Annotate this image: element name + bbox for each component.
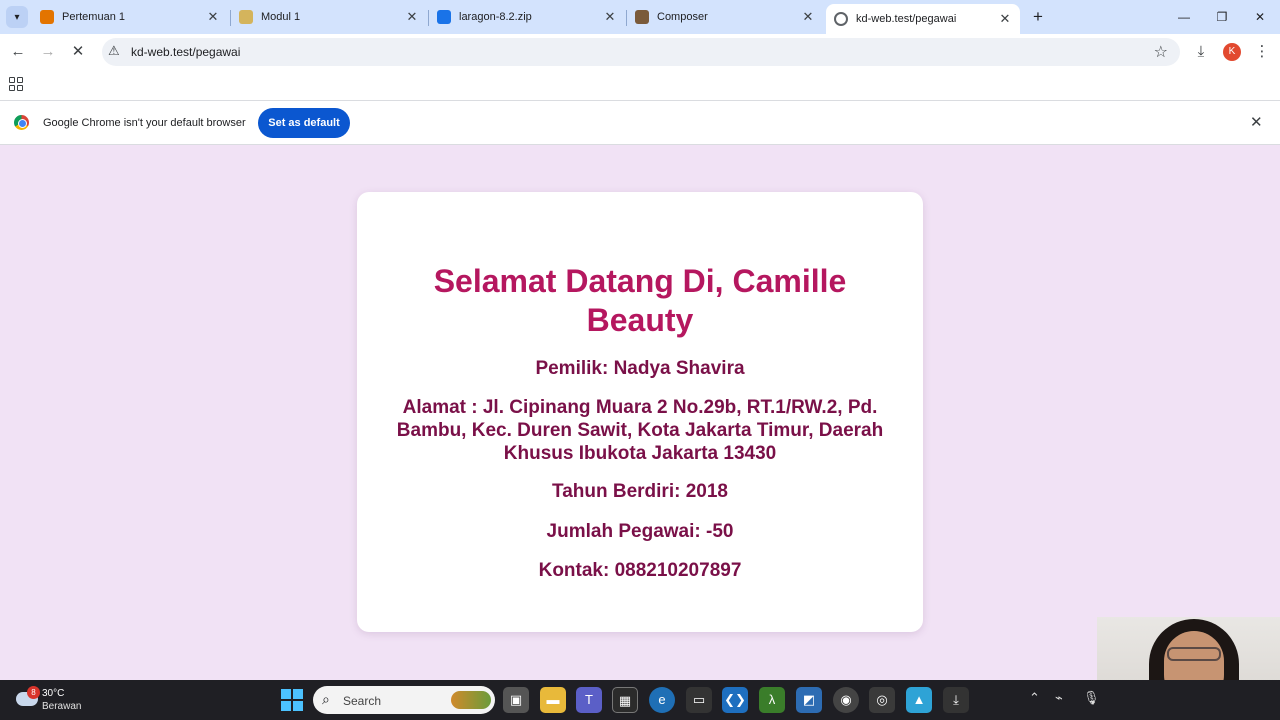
microphone-icon[interactable]: 🎙 [1083,690,1100,706]
download-manager-icon[interactable]: ⤓ [943,687,969,713]
image-app-icon[interactable]: ◩ [796,687,822,713]
arrow-left-icon: ← [10,43,26,60]
tab-modul-1[interactable]: Modul 1 ✕ [231,4,427,30]
close-infobar-icon[interactable]: ✕ [1250,113,1263,131]
bookmark-star-icon[interactable]: ☆ [1154,42,1168,62]
microsoft-store-icon[interactable]: ▦ [612,687,638,713]
year-founded-text: Tahun Berdiri: 2018 [552,481,728,502]
tab-laragon-zip[interactable]: laragon-8.2.zip ✕ [429,4,625,30]
close-tab-icon[interactable]: ✕ [206,9,220,25]
file-explorer-icon[interactable]: ▬ [540,687,566,713]
laragon-icon[interactable]: ▲ [906,687,932,713]
weather-notification-badge: 8 [27,686,40,699]
taskbar-search[interactable]: ⌕ Search [313,686,495,714]
page-title: Selamat Datang Di, Camille Beauty [433,263,847,338]
task-view-icon[interactable]: ▣ [503,687,529,713]
weather-temperature: 30°C [42,688,65,699]
document-favicon-icon [239,10,253,24]
vscode-icon[interactable]: ❮❯ [722,687,748,713]
stop-loading-button[interactable]: ✕ [68,42,88,62]
address-bar[interactable]: ⚠ kd-web.test/pegawai ☆ [102,38,1180,66]
new-tab-button[interactable]: + [1028,7,1048,27]
composer-favicon-icon [635,10,649,24]
close-tab-icon[interactable]: ✕ [405,9,419,25]
forward-button[interactable]: → [38,42,58,62]
teams-icon[interactable]: T [576,687,602,713]
tab-kd-web-pegawai[interactable]: kd-web.test/pegawai ✕ [826,4,1020,34]
infobar-message: Google Chrome isn't your default browser [43,117,246,129]
plus-icon: + [1033,7,1043,26]
arrow-right-icon: → [40,43,56,60]
profile-avatar[interactable]: K [1223,43,1241,61]
tab-label: kd-web.test/pegawai [856,13,957,25]
owner-text: Pemilik: Nadya Shavira [535,358,745,379]
url-text[interactable]: kd-web.test/pegawai [131,45,240,59]
set-as-default-button[interactable]: Set as default [258,108,350,138]
tab-search-dropdown[interactable]: ▾ [6,6,28,28]
back-button[interactable]: ← [8,42,28,62]
dropbox-favicon-icon [437,10,451,24]
close-window-button[interactable]: ✕ [1242,6,1278,28]
tab-composer[interactable]: Composer ✕ [627,4,823,30]
tab-pertemuan-1[interactable]: Pertemuan 1 ✕ [32,4,228,30]
search-icon: ⌕ [322,691,330,707]
close-tab-icon[interactable]: ✕ [998,11,1012,27]
close-tab-icon[interactable]: ✕ [801,9,815,25]
address-text: Alamat : Jl. Cipinang Muara 2 No.29b, RT… [396,397,884,464]
restore-window-button[interactable]: ❐ [1204,6,1240,28]
chevron-up-icon[interactable]: ⌃ [1029,690,1040,706]
search-highlight-image [451,691,491,709]
tab-label: Composer [657,11,708,23]
minimize-window-button[interactable]: — [1166,6,1202,28]
terminal-icon[interactable]: ▭ [686,687,712,713]
browser-toolbar: ← → ✕ ⚠ kd-web.test/pegawai ☆ ⤓ K ⋮ [0,34,1280,70]
more-vertical-icon: ⋮ [1254,43,1270,60]
edge-icon[interactable]: e [649,687,675,713]
tab-label: Modul 1 [261,11,301,23]
not-secure-warning-icon[interactable]: ⚠ [108,43,120,59]
windows-taskbar: 8 30°C Berawan ⌕ Search ▣ ▬ T ▦ e ▭ ❮❯ λ… [0,680,1280,720]
download-icon: ⤓ [1197,43,1205,60]
weather-widget[interactable]: 8 30°C Berawan [16,686,96,716]
chrome-logo-icon [14,115,29,130]
welcome-card: Selamat Datang Di, Camille Beauty Pemili… [357,192,923,632]
presenter-glasses [1167,647,1221,661]
weather-description: Berawan [42,701,82,712]
classroom-favicon-icon [40,10,54,24]
chrome-menu-button[interactable]: ⋮ [1252,42,1272,62]
contact-text: Kontak: 088210207897 [538,560,742,581]
windows-start-icon[interactable] [281,689,303,711]
chrome-taskbar-icon[interactable]: ◎ [869,687,895,713]
lambda-app-icon[interactable]: λ [759,687,785,713]
search-placeholder: Search [343,694,382,708]
tab-strip: ▾ Pertemuan 1 ✕ Modul 1 ✕ laragon-8.2.zi… [0,0,1280,34]
close-tab-icon[interactable]: ✕ [603,9,617,25]
downloads-button[interactable]: ⤓ [1191,42,1211,62]
employee-count-text: Jumlah Pegawai: -50 [546,521,734,542]
default-browser-infobar: Google Chrome isn't your default browser… [0,100,1280,145]
chevron-down-icon: ▾ [14,11,20,23]
tab-label: Pertemuan 1 [62,11,125,23]
avatar-initial: K [1228,46,1236,57]
github-desktop-icon[interactable]: ◉ [833,687,859,713]
apps-grid-icon[interactable] [9,77,23,91]
bookmarks-bar [0,70,1280,100]
tab-label: laragon-8.2.zip [459,11,532,23]
network-icon[interactable]: ⌁ [1055,690,1063,706]
close-icon: ✕ [71,43,85,60]
loading-favicon-icon [834,12,848,26]
